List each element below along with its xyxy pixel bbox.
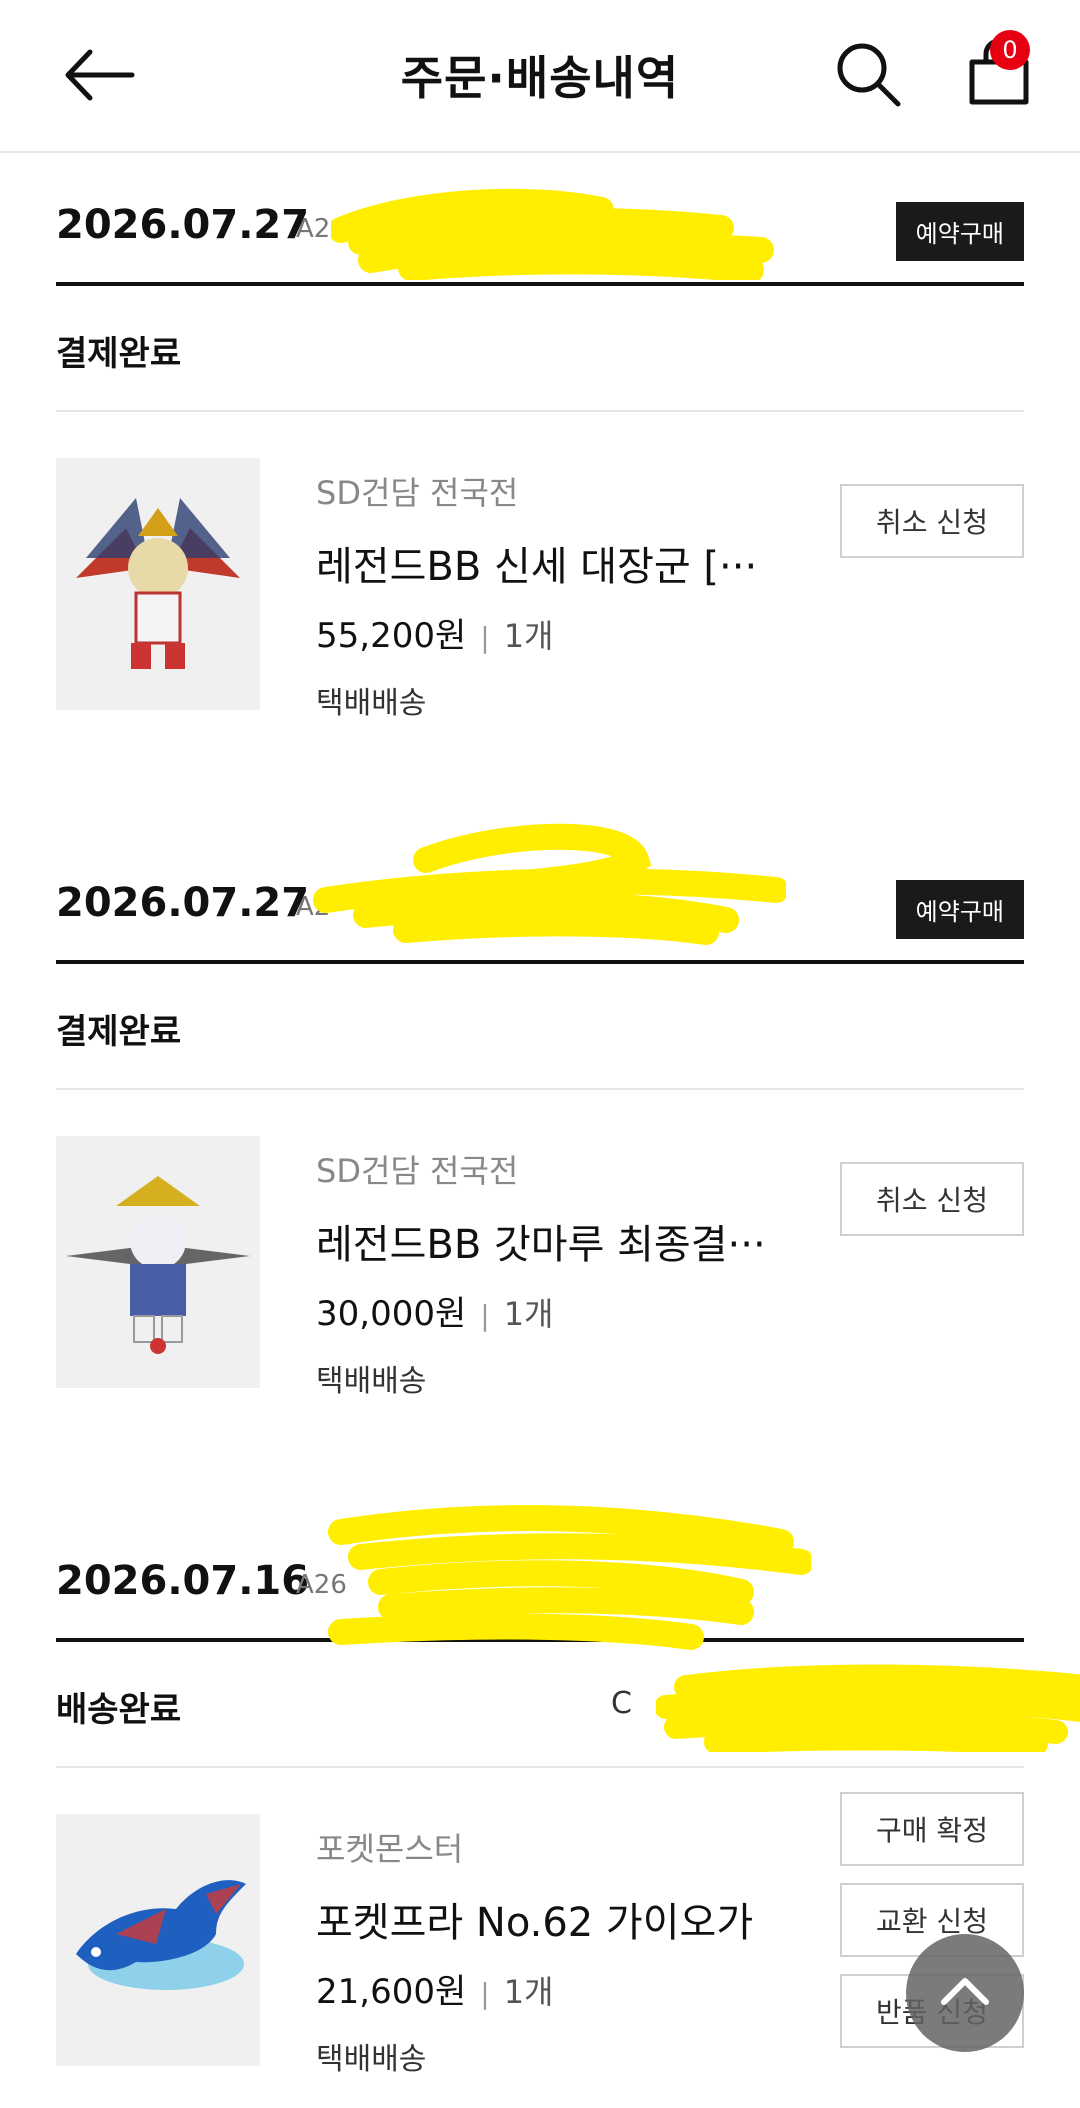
tracking-info-link[interactable]: C — [611, 1686, 632, 1721]
order-card: 2026.07.16 A26 배송완료 C 포켓몬스터 포켓프라 No.62 가… — [56, 1505, 1080, 2077]
order-status-row: 결제완료 — [56, 964, 1024, 1090]
cancel-request-button[interactable]: 취소 신청 — [840, 484, 1024, 558]
shipping-method: 택배배송 — [316, 2042, 427, 2077]
price-row: 30,000원 | 1개 — [316, 1286, 554, 1335]
search-icon — [837, 43, 901, 107]
preorder-tag: 예약구매 — [895, 880, 1024, 939]
order-header: 2026.07.27 A26 예약구매 — [56, 152, 1024, 286]
product-name[interactable]: 레전드BB 신세 대장군 [··· — [316, 534, 766, 592]
divider: | — [480, 1977, 490, 2010]
product-price: 21,600원 — [316, 1972, 467, 2012]
product-item[interactable]: SD건담 전국전 레전드BB 신세 대장군 [··· 55,200원 | 1개 택배… — [56, 412, 1024, 721]
product-image[interactable] — [56, 1136, 260, 1388]
product-image[interactable] — [56, 458, 260, 710]
product-brand: SD건담 전국전 — [316, 474, 519, 512]
scroll-to-top-button[interactable] — [906, 1934, 1024, 2052]
order-status: 결제완료 — [56, 1012, 182, 1052]
chevron-up-icon — [941, 1978, 989, 2005]
product-image[interactable] — [56, 1814, 260, 2066]
redaction-scribble — [328, 1505, 811, 1650]
cart-count-badge: 0 — [990, 30, 1030, 70]
price-row: 21,600원 | 1개 — [316, 1964, 554, 2013]
product-brand: SD건담 전국전 — [316, 1152, 519, 1190]
preorder-tag: 예약구매 — [895, 202, 1024, 261]
product-brand: 포켓몬스터 — [316, 1830, 464, 1868]
product-name[interactable]: 포켓프라 No.62 가이오가 — [316, 1890, 766, 1948]
order-status: 배송완료 — [56, 1690, 182, 1730]
product-item[interactable]: SD건담 전국전 레전드BB 갓마루 최종결··· 30,000원 | 1개 택배배… — [56, 1090, 1024, 1399]
price-row: 55,200원 | 1개 — [316, 608, 554, 657]
order-header: 2026.07.16 A26 — [56, 1505, 1024, 1650]
order-date: 2026.07.27 — [56, 202, 310, 248]
shipping-method: 택배배송 — [316, 1364, 427, 1399]
order-status-row: 결제완료 — [56, 286, 1024, 412]
product-name[interactable]: 레전드BB 갓마루 최종결··· — [316, 1212, 766, 1270]
divider: | — [480, 621, 490, 654]
order-status: 결제완료 — [56, 334, 182, 374]
order-card: 2026.07.27 A2 예약구매 결제완료 SD건담 전국전 레전드BB 갓… — [56, 823, 1024, 1399]
product-quantity: 1개 — [503, 617, 554, 655]
confirm-purchase-button[interactable]: 구매 확정 — [840, 1792, 1024, 1866]
search-button[interactable] — [832, 38, 904, 110]
shipping-method: 택배배송 — [316, 686, 427, 721]
order-status-row: 배송완료 C — [56, 1642, 1080, 1768]
redaction-scribble — [313, 823, 786, 945]
product-price: 55,200원 — [316, 616, 467, 656]
page-title: 주문·배송내역 — [400, 51, 680, 105]
top-app-bar: 주문·배송내역 0 — [0, 0, 1080, 153]
product-item[interactable]: 포켓몬스터 포켓프라 No.62 가이오가 21,600원 | 1개 택배배송 구매… — [56, 1768, 1024, 2077]
order-date: 2026.07.16 — [56, 1558, 310, 1604]
product-quantity: 1개 — [503, 1295, 554, 1333]
divider: | — [480, 1299, 490, 1332]
product-quantity: 1개 — [503, 1973, 554, 2011]
order-card: 2026.07.27 A26 예약구매 결제완료 SD건담 전국전 레전드BB … — [56, 152, 1024, 721]
cancel-request-button[interactable]: 취소 신청 — [840, 1162, 1024, 1236]
redaction-scribble — [331, 188, 774, 280]
product-price: 30,000원 — [316, 1294, 467, 1334]
order-header: 2026.07.27 A2 예약구매 — [56, 823, 1024, 964]
redaction-scribble — [656, 1664, 1080, 1752]
order-date: 2026.07.27 — [56, 880, 310, 926]
